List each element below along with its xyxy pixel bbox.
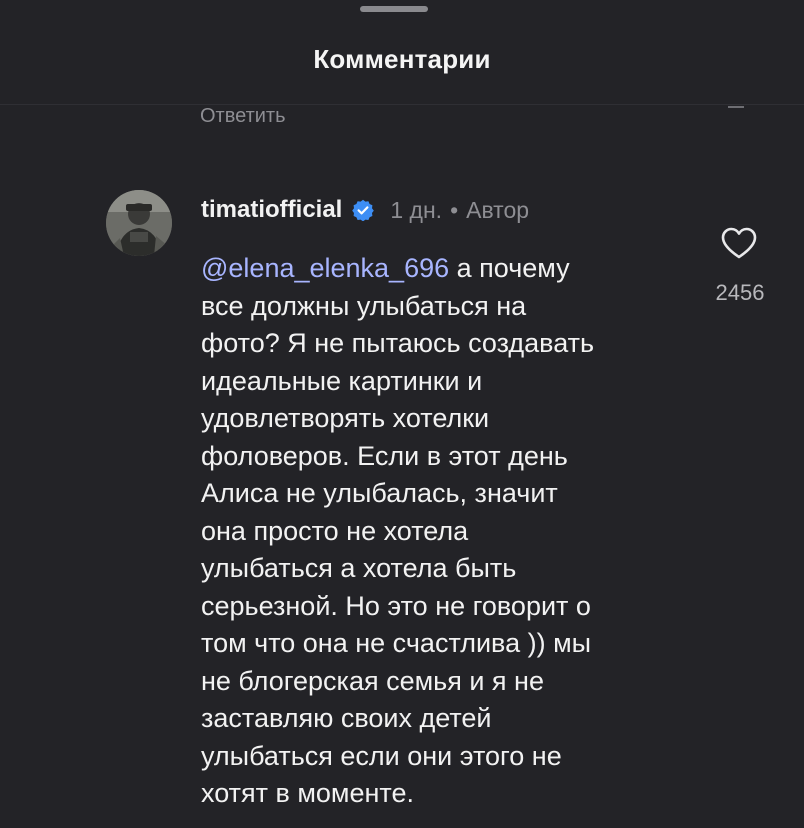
comment-line-1: @elena_elenka_696 а почему bbox=[201, 250, 691, 288]
verified-badge-icon bbox=[352, 199, 375, 222]
collapsed-line bbox=[728, 106, 744, 108]
comment-line: не блогерская семья и я не bbox=[201, 665, 544, 696]
comment-header: timatiofficial 1 дн. • Автор bbox=[201, 194, 529, 226]
comment-line: фоловеров. Если в этот день bbox=[201, 440, 568, 471]
comment-line: хотят в моменте. bbox=[201, 778, 414, 808]
comment-text: @elena_elenka_696 а почему все должны ул… bbox=[201, 250, 691, 813]
meta-separator: • bbox=[450, 196, 459, 223]
comment-line: фото? Я не пытаюсь создавать bbox=[201, 328, 595, 358]
comment-line: Алиса не улыбалась, значит bbox=[201, 478, 558, 508]
sheet-title: Комментарии bbox=[313, 44, 491, 74]
comment-line: улыбаться если они этого не bbox=[201, 740, 562, 771]
header-divider bbox=[0, 104, 804, 105]
avatar[interactable] bbox=[106, 190, 172, 256]
comment-line-1-text: а почему bbox=[449, 253, 570, 283]
drag-handle[interactable] bbox=[360, 6, 428, 12]
like-count: 2456 bbox=[715, 280, 765, 305]
comment-line: серьезной. Но это не говорит о bbox=[201, 590, 591, 621]
username[interactable]: timatiofficial bbox=[201, 196, 342, 224]
comment-line: заставляю своих детей bbox=[201, 703, 492, 733]
comments-sheet: Комментарии Ответить timatiofficial 1 дн… bbox=[0, 0, 804, 828]
author-label: Автор bbox=[466, 196, 530, 223]
comment-time: 1 дн. bbox=[390, 196, 443, 223]
comment-line: улыбаться а хотела быть bbox=[201, 553, 517, 583]
comment-line: том что она не счастлива )) мы bbox=[201, 628, 592, 658]
comment-line: все должны улыбаться на bbox=[201, 290, 527, 321]
mention-link[interactable]: @elena_elenka_696 bbox=[201, 253, 449, 283]
comment-line: идеальные картинки и bbox=[201, 365, 483, 396]
comment-line: она просто не хотела bbox=[201, 515, 469, 546]
comment-line: удовлетворять хотелки bbox=[201, 403, 490, 433]
previous-reply-button[interactable]: Ответить bbox=[200, 104, 286, 128]
heart-outline-icon[interactable] bbox=[720, 226, 758, 260]
